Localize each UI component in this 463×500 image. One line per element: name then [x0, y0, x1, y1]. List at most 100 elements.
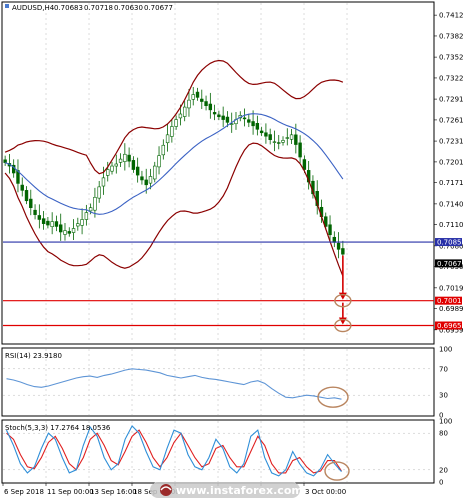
candle-body — [187, 99, 191, 109]
candle-body — [191, 94, 195, 100]
candle-body — [80, 219, 84, 226]
candle-body — [247, 119, 251, 123]
ohlc-open: 0.70683 — [54, 4, 83, 12]
watermark-text: www.instaforex.com — [176, 484, 303, 497]
price-tick-label: 0.72615 — [439, 116, 463, 124]
candle-body — [161, 144, 166, 156]
indicator-scale-label: 30 — [439, 392, 448, 400]
candle-body — [97, 186, 101, 199]
support1-price-label: 0.70010 — [437, 297, 463, 305]
candle-body — [131, 160, 136, 170]
price-tick-label: 0.73825 — [439, 32, 463, 40]
candle-body — [328, 224, 332, 236]
candle-body — [148, 176, 153, 184]
ohlc-low: 0.70630 — [114, 4, 143, 12]
indicator-scale-label: 70 — [439, 365, 448, 373]
indicator-scale-label: 80 — [439, 430, 448, 438]
candle-body — [24, 190, 29, 202]
candle-body — [118, 158, 123, 163]
ohlc-close: 0.70677 — [144, 4, 173, 12]
candle-body — [106, 169, 110, 176]
price-tick-label: 0.70195 — [439, 284, 463, 292]
price-tick-label: 0.72310 — [439, 138, 463, 146]
candle-body — [88, 207, 93, 212]
candle-body — [110, 165, 114, 172]
candle-body — [135, 166, 140, 176]
candle-body — [294, 134, 298, 145]
price-tick-label: 0.72010 — [439, 158, 463, 166]
time-tick-label: 6 Sep 2018 — [4, 488, 44, 496]
candle-body — [50, 221, 54, 228]
candle-body — [59, 224, 63, 233]
candle-body — [33, 209, 37, 215]
candle-body — [298, 142, 302, 158]
current-price-label: 0.70677 — [437, 260, 463, 268]
level-price-label: 0.70855 — [437, 239, 463, 247]
candle-body — [302, 159, 307, 170]
candle-body — [195, 91, 200, 98]
candle-body — [140, 176, 144, 181]
candle-body — [67, 231, 71, 234]
time-tick-label: 11 Sep 00:00 — [47, 488, 94, 496]
candle-body — [285, 137, 289, 139]
candle-body — [255, 123, 260, 130]
price-tick-label: 0.71105 — [439, 221, 463, 229]
candle-body — [281, 140, 285, 143]
candle-body — [221, 115, 225, 120]
candle-body — [178, 113, 183, 119]
candle-body — [217, 114, 221, 118]
time-tick-label: 13 Sep 16:00 — [90, 488, 137, 496]
rsi-label: RSI(14) 23.9180 — [5, 352, 62, 360]
candle-body — [174, 119, 178, 127]
header-icon — [5, 4, 9, 8]
candle-body — [212, 112, 217, 115]
candle-body — [127, 154, 131, 162]
trading-chart: AUDUSD,H4 0.70683 0.70718 0.70630 0.7067… — [0, 0, 463, 500]
candle-body — [200, 98, 204, 102]
candle-body — [123, 153, 127, 162]
candle-body — [182, 106, 187, 117]
candle-body — [242, 117, 247, 120]
candle-body — [54, 221, 59, 227]
price-tick-label: 0.73520 — [439, 54, 463, 62]
candle-body — [153, 165, 157, 180]
symbol-label: AUDUSD,H4 — [12, 4, 55, 12]
candle-body — [208, 103, 213, 111]
price-tick-label: 0.72915 — [439, 96, 463, 104]
candle-body — [251, 121, 255, 127]
candle-body — [114, 163, 118, 167]
candle-body — [259, 130, 264, 134]
candle-body — [3, 159, 7, 163]
price-tick-label: 0.69895 — [439, 305, 463, 313]
candle-body — [101, 177, 106, 187]
candle-body — [336, 242, 341, 250]
candle-body — [37, 215, 42, 220]
stoch-label: Stoch(5,3,3) 17.2764 18.0536 — [5, 424, 111, 432]
candle-body — [225, 116, 230, 123]
candle-body — [63, 230, 67, 235]
candle-body — [41, 218, 46, 224]
candle-body — [268, 134, 272, 140]
candle-body — [29, 198, 33, 208]
candle-body — [84, 212, 89, 220]
candle-body — [289, 134, 294, 140]
candle-body — [165, 134, 170, 144]
watermark-group: www.instaforex.com — [150, 482, 303, 498]
candle-body — [170, 126, 174, 137]
ohlc-high: 0.70718 — [84, 4, 113, 12]
time-tick-label: 3 Oct 00:00 — [305, 488, 346, 496]
candle-body — [93, 196, 97, 211]
candle-body — [157, 155, 161, 168]
candle-body — [204, 101, 208, 106]
candle-body — [144, 179, 148, 186]
candle-body — [46, 220, 50, 226]
support2-price-label: 0.69652 — [437, 322, 463, 330]
price-tick-label: 0.71405 — [439, 200, 463, 208]
candle-body — [272, 141, 277, 143]
price-tick-label: 0.73220 — [439, 74, 463, 82]
candle-body — [20, 184, 24, 191]
candle-body — [71, 228, 76, 233]
candle-body — [264, 132, 268, 137]
candle-body — [76, 223, 80, 227]
indicator-scale-label: 100 — [439, 346, 452, 354]
